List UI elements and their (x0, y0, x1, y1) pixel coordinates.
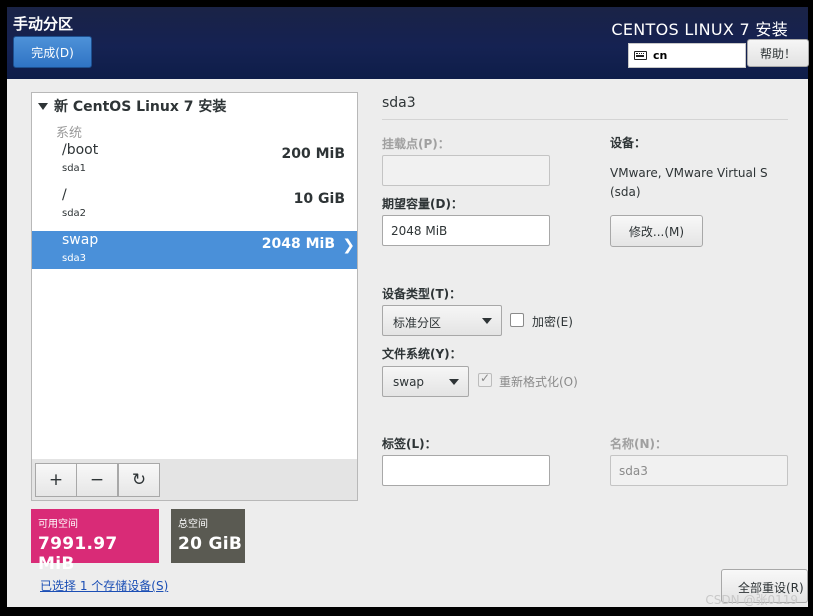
keyboard-layout-indicator[interactable]: cn (628, 43, 746, 68)
help-button[interactable]: 帮助！ (747, 39, 809, 67)
header-bar: 手动分区 完成(D) CENTOS LINUX 7 安装 cn 帮助！ (7, 7, 809, 79)
partition-device: sda3 (62, 253, 87, 264)
partition-size: 2048 MiB (261, 236, 335, 252)
expander-down-icon[interactable] (38, 102, 48, 110)
tag-label: 标签(L)： (382, 437, 437, 451)
mount-point-input[interactable] (382, 155, 550, 186)
device-type-dropdown[interactable]: 标准分区 (382, 305, 502, 336)
chevron-right-icon: ❯ (342, 236, 355, 254)
desired-capacity-input[interactable]: 2048 MiB (382, 215, 550, 246)
reformat-checkbox[interactable] (478, 371, 492, 387)
available-space-label: 可用空间 (38, 519, 78, 530)
encrypt-checkbox[interactable] (510, 313, 524, 327)
done-button[interactable]: 完成(D) (13, 36, 92, 68)
partition-row-root[interactable]: / sda2 10 GiB (32, 186, 357, 224)
refresh-icon: ↻ (131, 470, 147, 490)
partition-mount: / (62, 187, 67, 203)
device-type-value: 标准分区 (393, 316, 442, 330)
device-type-label: 设备类型(T)： (382, 287, 462, 301)
installation-group-label: 新 CentOS Linux 7 安装 (54, 99, 227, 115)
partition-device: sda2 (62, 208, 87, 219)
storage-devices-link[interactable]: 已选择 1 个存储设备(S) (40, 577, 168, 594)
desired-capacity-label: 期望容量(D)： (382, 197, 463, 211)
available-space-value: 7991.97 MiB (38, 534, 118, 574)
name-label: 名称(N)： (610, 437, 668, 451)
watermark: CSDN @张0119 (705, 593, 798, 607)
divider (382, 119, 788, 120)
product-title: CENTOS LINUX 7 安装 (611, 20, 788, 39)
partition-device: sda1 (62, 163, 87, 174)
reformat-label: 重新格式化(O) (499, 375, 578, 389)
installation-group-header[interactable]: 新 CentOS Linux 7 安装 (38, 96, 226, 116)
filesystem-value: swap (393, 375, 425, 389)
encrypt-label: 加密(E) (532, 315, 573, 329)
keyboard-icon (634, 51, 647, 60)
page-title: 手动分区 (13, 15, 74, 33)
mount-point-label: 挂载点(P)： (382, 137, 450, 151)
filesystem-dropdown[interactable]: swap (382, 366, 469, 397)
partition-size: 200 MiB (281, 146, 346, 162)
partition-row-swap[interactable]: swap sda3 2048 MiB ❯ (32, 231, 357, 269)
remove-partition-button[interactable]: − (76, 463, 118, 497)
tag-input[interactable] (382, 455, 550, 486)
partition-tree: 新 CentOS Linux 7 安装 系统 /boot sda1 200 Mi… (31, 92, 358, 460)
partition-size: 10 GiB (293, 191, 345, 207)
total-space-box: 总空间 20 GiB (171, 509, 245, 563)
refresh-button[interactable]: ↻ (118, 463, 160, 497)
partition-mount: swap (62, 232, 99, 248)
keyboard-layout-label: cn (653, 49, 668, 62)
add-partition-button[interactable]: + (35, 463, 77, 497)
device-description: VMware, VMware Virtual S (sda) (610, 166, 768, 199)
selected-partition-name: sda3 (382, 95, 416, 111)
filesystem-label: 文件系统(Y)： (382, 347, 462, 361)
partition-mount: /boot (62, 142, 99, 158)
dropdown-arrow-icon (482, 318, 492, 324)
main-content: 新 CentOS Linux 7 安装 系统 /boot sda1 200 Mi… (7, 79, 808, 607)
dropdown-arrow-icon (449, 379, 459, 385)
partition-row-boot[interactable]: /boot sda1 200 MiB (32, 141, 357, 179)
total-space-value: 20 GiB (178, 534, 243, 554)
system-group-label: 系统 (56, 126, 83, 141)
modify-device-button[interactable]: 修改...(M) (610, 215, 703, 247)
total-space-label: 总空间 (178, 519, 208, 530)
device-label: 设备： (610, 136, 647, 150)
name-input[interactable]: sda3 (610, 455, 788, 486)
available-space-box: 可用空间 7991.97 MiB (31, 509, 159, 574)
